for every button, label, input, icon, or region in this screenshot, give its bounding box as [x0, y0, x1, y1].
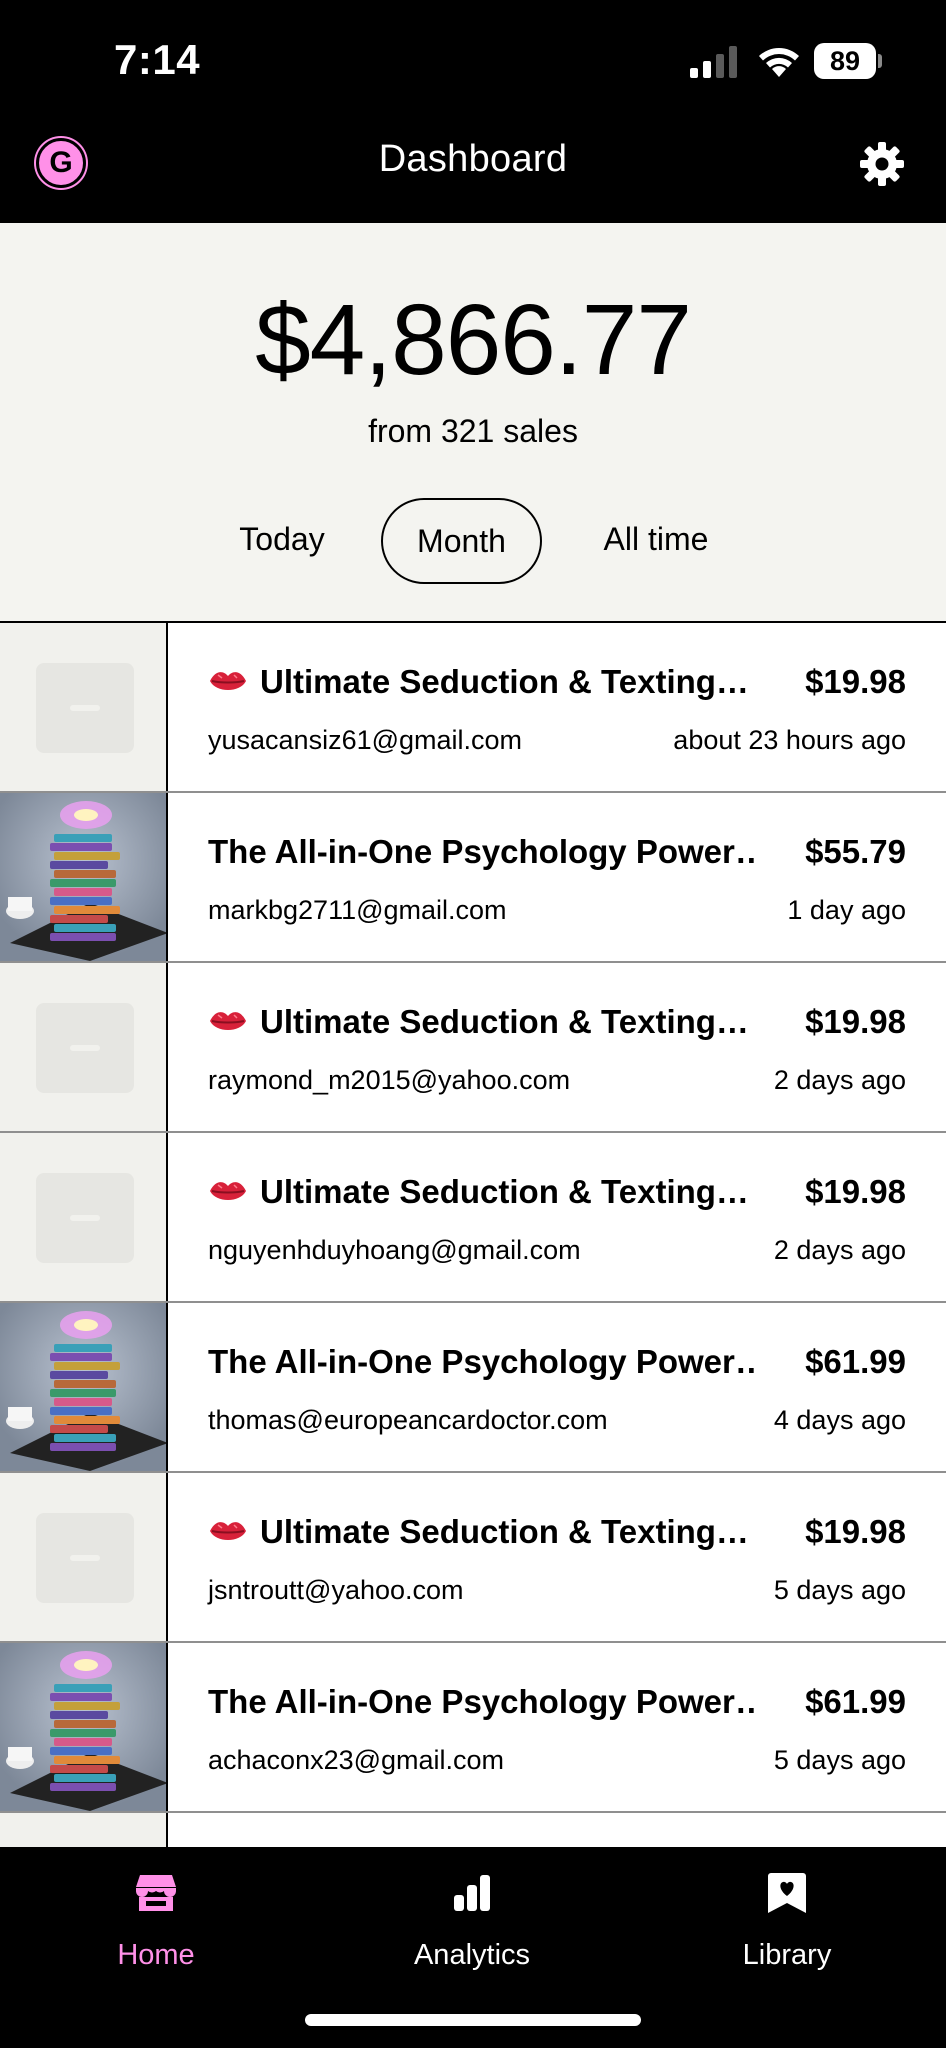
- kiss-lips-icon: [210, 1012, 246, 1030]
- product-title-text: Ultimate Seduction & Texting…: [260, 1003, 749, 1040]
- sale-row[interactable]: The All-in-One Psychology Power… $55.79 ma…: [0, 793, 946, 963]
- sale-row[interactable]: Ultimate Seduction & Texting… $19.98 raymo…: [0, 963, 946, 1133]
- app-header: G Dashboard: [0, 100, 946, 223]
- sale-price: $61.99: [805, 1683, 906, 1720]
- sale-price: $19.98: [805, 1173, 906, 1210]
- tab-analytics-label: Analytics: [413, 1939, 531, 1971]
- product-title-text: Ultimate Seduction & Texting…: [260, 663, 749, 700]
- sale-price: $61.99: [805, 1343, 906, 1380]
- home-indicator: [305, 2014, 641, 2026]
- product-thumbnail-placeholder: [0, 963, 168, 1131]
- product-thumbnail-placeholder: [0, 1133, 168, 1301]
- buyer-email: jsntroutt@yahoo.com: [208, 1575, 464, 1605]
- sale-price: $19.98: [805, 1003, 906, 1040]
- product-title: Ultimate Seduction & Texting…: [208, 1513, 758, 1551]
- sale-timestamp: about 23 hours ago: [673, 725, 906, 755]
- sales-list: Ultimate Seduction & Texting… $19.98 yusac…: [0, 623, 946, 1847]
- tab-home-label: Home: [117, 1939, 195, 1971]
- store-icon: [136, 1875, 176, 1911]
- buyer-email: yusacansiz61@gmail.com: [208, 725, 523, 755]
- wifi-icon: [759, 48, 799, 77]
- cellular-signal-icon: [690, 46, 737, 78]
- sale-row-partial[interactable]: [0, 1813, 946, 1847]
- total-amount: $4,866.77: [255, 284, 692, 396]
- product-title-text: Ultimate Seduction & Texting…: [260, 1513, 749, 1550]
- battery-level: 89: [814, 43, 876, 79]
- product-thumbnail: [0, 1303, 168, 1471]
- sale-price: $55.79: [805, 833, 906, 870]
- buyer-email: markbg2711@gmail.com: [208, 895, 507, 925]
- gear-icon[interactable]: [858, 140, 906, 188]
- tab-home[interactable]: Home: [36, 1871, 276, 1991]
- sales-summary: $4,866.77 from 321 sales Today Month All…: [0, 223, 946, 623]
- tab-analytics[interactable]: Analytics: [352, 1871, 592, 1991]
- product-thumbnail-placeholder: [0, 623, 168, 791]
- sale-timestamp: 1 day ago: [787, 895, 906, 925]
- period-today-button[interactable]: Today: [212, 498, 352, 584]
- sale-row[interactable]: Ultimate Seduction & Texting… $19.98 yusac…: [0, 623, 946, 793]
- product-thumbnail: [0, 793, 168, 961]
- sale-row[interactable]: The All-in-One Psychology Power… $61.99 ac…: [0, 1643, 946, 1813]
- sale-row[interactable]: Ultimate Seduction & Texting… $19.98 nguye…: [0, 1133, 946, 1303]
- sales-count: from 321 sales: [368, 413, 578, 449]
- tab-library[interactable]: Library: [667, 1871, 907, 1991]
- product-title-text: The All-in-One Psychology Power…: [208, 833, 758, 870]
- sale-timestamp: 2 days ago: [773, 1235, 906, 1265]
- buyer-email: achaconx23@gmail.com: [208, 1745, 505, 1775]
- battery-icon: 89: [814, 43, 882, 79]
- product-title: The All-in-One Psychology Power…: [208, 1683, 758, 1721]
- sale-timestamp: 4 days ago: [773, 1405, 906, 1435]
- sale-timestamp: 5 days ago: [773, 1575, 906, 1605]
- period-selector: Today Month All time: [0, 498, 946, 586]
- product-title: Ultimate Seduction & Texting…: [208, 1173, 758, 1211]
- period-all-time-button[interactable]: All time: [578, 498, 734, 584]
- product-title: The All-in-One Psychology Power…: [208, 1343, 758, 1381]
- bar-chart-icon: [454, 1875, 490, 1911]
- product-title-text: The All-in-One Psychology Power…: [208, 1683, 758, 1720]
- buyer-email: nguyenhduyhoang@gmail.com: [208, 1235, 581, 1265]
- sale-row[interactable]: The All-in-One Psychology Power… $61.99 th…: [0, 1303, 946, 1473]
- kiss-lips-icon: [210, 672, 246, 690]
- buyer-email: raymond_m2015@yahoo.com: [208, 1065, 571, 1095]
- sale-price: $19.98: [805, 1513, 906, 1550]
- buyer-email: thomas@europeancardoctor.com: [208, 1405, 608, 1435]
- product-title: Ultimate Seduction & Texting…: [208, 663, 758, 701]
- status-time: 7:14: [114, 36, 201, 83]
- product-title: Ultimate Seduction & Texting…: [208, 1003, 758, 1041]
- bookmark-icon: [768, 1873, 806, 1913]
- product-thumbnail: [0, 1643, 168, 1811]
- kiss-lips-icon: [210, 1182, 246, 1200]
- page-title: Dashboard: [378, 138, 568, 180]
- sale-timestamp: 5 days ago: [773, 1745, 906, 1775]
- product-title-text: Ultimate Seduction & Texting…: [260, 1173, 749, 1210]
- product-thumbnail-placeholder: [0, 1473, 168, 1641]
- sale-price: $19.98: [805, 663, 906, 700]
- product-title-text: The All-in-One Psychology Power…: [208, 1343, 758, 1380]
- product-title: The All-in-One Psychology Power…: [208, 833, 758, 871]
- product-thumbnail-placeholder: [0, 1813, 168, 1847]
- sale-row[interactable]: Ultimate Seduction & Texting… $19.98 jsntr…: [0, 1473, 946, 1643]
- kiss-lips-icon: [210, 1522, 246, 1540]
- period-month-button[interactable]: Month: [381, 498, 542, 584]
- tab-library-label: Library: [742, 1939, 832, 1971]
- sale-timestamp: 2 days ago: [773, 1065, 906, 1095]
